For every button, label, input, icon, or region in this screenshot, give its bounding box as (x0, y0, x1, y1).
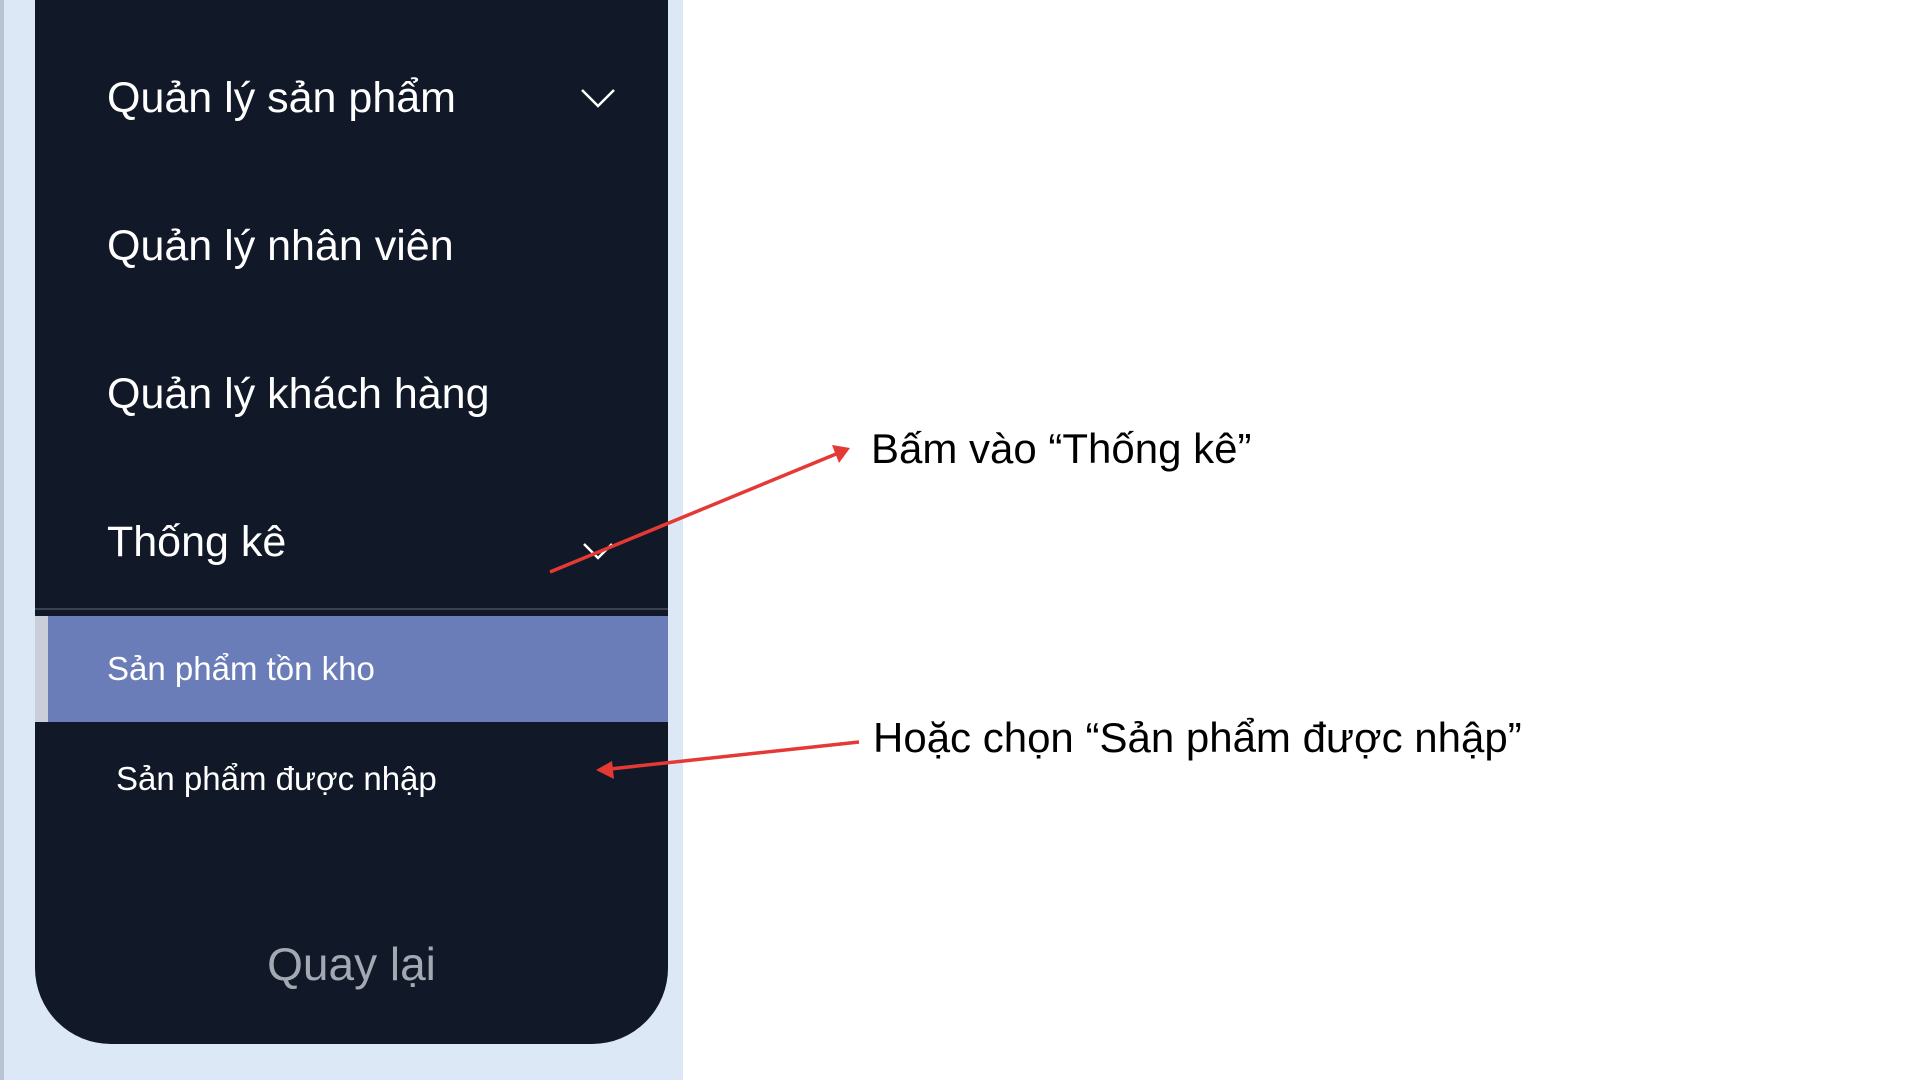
active-indicator (35, 616, 48, 722)
submenu-item-label: Sản phẩm tồn kho (107, 650, 375, 687)
sidebar-item-label: Quản lý sản phẩm (107, 73, 456, 122)
sidebar-item-customers[interactable]: Quản lý khách hàng (35, 320, 668, 468)
submenu-divider (35, 608, 668, 610)
sidebar: Quản lý sản phẩm Quản lý nhân viên Quản … (35, 0, 668, 1044)
submenu-item-label: Sản phẩm được nhập (116, 760, 437, 797)
sidebar-item-products[interactable]: Quản lý sản phẩm (35, 24, 668, 172)
sidebar-item-label: Quản lý khách hàng (107, 369, 490, 418)
back-button[interactable]: Quay lại (35, 920, 668, 1008)
annotation-note-choose-imported: Hoặc chọn “Sản phẩm được nhập” (873, 714, 1522, 761)
screenshot-stage: Quản lý sản phẩm Quản lý nhân viên Quản … (0, 0, 1920, 1080)
sidebar-item-statistics[interactable]: Thống kê (35, 468, 668, 616)
sidebar-item-employees[interactable]: Quản lý nhân viên (35, 172, 668, 320)
submenu-item-inventory[interactable]: Sản phẩm tồn kho (35, 616, 668, 722)
annotation-note-click-statistics: Bấm vào “Thống kê” (871, 425, 1252, 472)
sidebar-item-label: Thống kê (107, 517, 287, 566)
window-edge (0, 0, 4, 1080)
sidebar-item-label: Quản lý nhân viên (107, 221, 454, 270)
arrowhead-icon (832, 445, 850, 463)
submenu-item-imported[interactable]: Sản phẩm được nhập (35, 726, 668, 832)
chevron-down-icon[interactable] (578, 530, 618, 570)
chevron-down-icon[interactable] (578, 78, 618, 118)
